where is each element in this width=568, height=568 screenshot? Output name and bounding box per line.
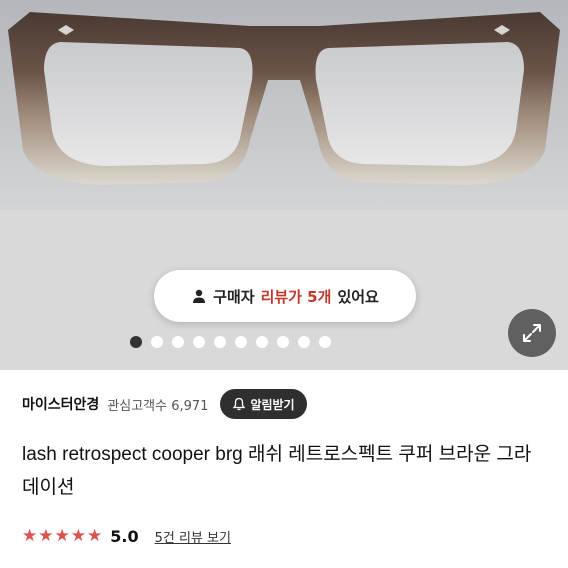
gallery-dot[interactable] (255, 336, 268, 348)
gallery-dot[interactable] (213, 336, 226, 348)
rating-score: 5.0 (110, 526, 139, 546)
product-image-gallery[interactable]: 구매자 리뷰가 5개 있어요 (0, 0, 568, 370)
star-rating: ★ ★ ★ ★ ★ (22, 525, 103, 546)
gallery-pagination (0, 336, 568, 350)
notify-button[interactable]: 알림받기 (220, 389, 307, 419)
star-icon: ★ (38, 525, 54, 546)
star-icon: ★ (87, 525, 103, 546)
gallery-dot[interactable] (171, 336, 184, 348)
gallery-dot[interactable] (129, 336, 142, 348)
review-banner-prefix: 구매자 (213, 287, 255, 306)
bell-plus-icon (233, 397, 246, 411)
review-banner-suffix: 있어요 (337, 287, 379, 306)
notify-label: 알림받기 (250, 397, 295, 412)
gallery-dot[interactable] (297, 336, 310, 348)
review-banner-count: 리뷰가 5개 (260, 287, 332, 306)
seller-info: 마이스터안경 관심고객수 6,971 알림받기 (22, 388, 552, 420)
star-icon: ★ (54, 525, 70, 546)
gallery-dot[interactable] (192, 336, 205, 348)
star-icon: ★ (70, 525, 86, 546)
gallery-dot[interactable] (276, 336, 289, 348)
gallery-dot[interactable] (234, 336, 247, 348)
rating-summary: ★ ★ ★ ★ ★ 5.0 5건 리뷰 보기 (22, 524, 231, 548)
view-reviews-link[interactable]: 5건 리뷰 보기 (155, 527, 231, 546)
gallery-dot[interactable] (318, 336, 331, 348)
buyer-review-banner[interactable]: 구매자 리뷰가 5개 있어요 (154, 270, 416, 322)
product-title: lash retrospect cooper brg 래쉬 레트로스펙트 쿠퍼 … (22, 444, 532, 498)
shop-name[interactable]: 마이스터안경 (22, 394, 99, 414)
follower-count: 관심고객수 6,971 (107, 398, 209, 414)
person-icon (193, 289, 206, 303)
star-icon: ★ (22, 525, 38, 546)
gallery-dot[interactable] (150, 336, 163, 348)
